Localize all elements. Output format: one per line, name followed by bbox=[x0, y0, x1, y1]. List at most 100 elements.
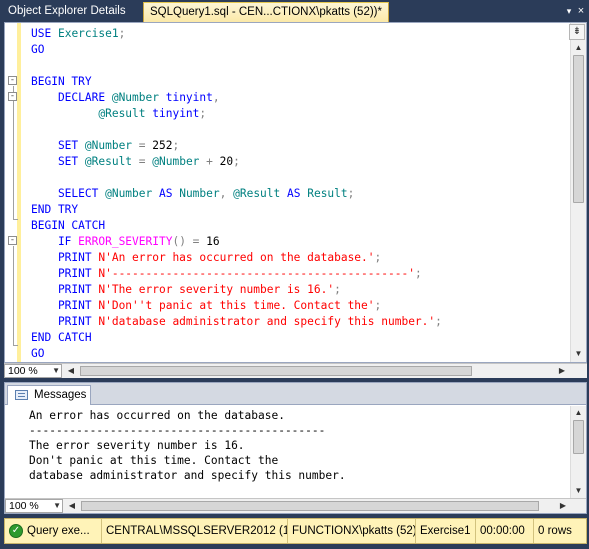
code-line[interactable]: USE Exercise1; bbox=[31, 26, 569, 42]
code-token: @Number bbox=[111, 91, 166, 104]
code-token: ; bbox=[374, 299, 382, 312]
status-query-state-text: Query exe... bbox=[27, 525, 90, 537]
code-line[interactable]: GO bbox=[31, 346, 569, 362]
scroll-thumb[interactable] bbox=[573, 55, 584, 203]
results-zoom-value: 100 % bbox=[9, 500, 39, 512]
code-line[interactable]: SELECT @Number AS Number, @Result AS Res… bbox=[31, 186, 569, 202]
status-rows: 0 rows bbox=[533, 519, 586, 543]
code-token: GO bbox=[31, 347, 45, 360]
code-line[interactable]: GO bbox=[31, 42, 569, 58]
status-elapsed: 00:00:00 bbox=[475, 519, 533, 543]
outline-tick bbox=[13, 219, 18, 220]
split-window-button[interactable]: ⇟ bbox=[569, 24, 585, 40]
collapse-begin-try-icon[interactable]: - bbox=[8, 76, 17, 85]
code-line[interactable]: PRINT N'database administrator and speci… bbox=[31, 314, 569, 330]
code-line[interactable]: @Result tinyint; bbox=[31, 106, 569, 122]
code-token: ; bbox=[347, 187, 355, 200]
results-zoom-select[interactable]: 100 % ▼ bbox=[5, 499, 63, 513]
code-line[interactable]: END CATCH bbox=[31, 330, 569, 346]
document-tab-strip: Object Explorer Details SQLQuery1.sql - … bbox=[0, 0, 589, 22]
close-tab-icon[interactable]: × bbox=[575, 4, 587, 18]
code-token: ; bbox=[118, 27, 126, 40]
results-horizontal-scrollbar[interactable]: ◀ ▶ bbox=[65, 499, 570, 513]
code-token: IF bbox=[31, 235, 79, 248]
collapse-declare-icon[interactable]: - bbox=[8, 92, 17, 101]
code-token: ; bbox=[199, 107, 207, 120]
code-token: , bbox=[212, 91, 220, 104]
code-line[interactable]: PRINT N'Don''t panic at this time. Conta… bbox=[31, 298, 569, 314]
code-token: END TRY bbox=[31, 203, 79, 216]
code-line[interactable] bbox=[31, 170, 569, 186]
tab-object-explorer-details[interactable]: Object Explorer Details bbox=[2, 2, 142, 22]
code-line[interactable]: PRINT N'The error severity number is 16.… bbox=[31, 282, 569, 298]
chevron-down-icon: ▼ bbox=[53, 501, 61, 510]
scroll-up-arrow-icon[interactable]: ▲ bbox=[571, 406, 586, 420]
scroll-left-arrow-icon[interactable]: ◀ bbox=[64, 364, 78, 378]
code-token: ERROR_SEVERITY bbox=[78, 235, 173, 248]
collapse-begin-catch-icon[interactable]: - bbox=[8, 236, 17, 245]
scroll-left-arrow-icon[interactable]: ◀ bbox=[65, 499, 79, 513]
code-token: 20 bbox=[219, 155, 234, 168]
editor-horizontal-scrollbar[interactable]: ◀ ▶ bbox=[64, 364, 569, 378]
message-line: The error severity number is 16. bbox=[29, 439, 245, 452]
editor-vertical-scrollbar[interactable]: ⇟ ▲ ▼ bbox=[569, 23, 586, 362]
scroll-right-arrow-icon[interactable]: ▶ bbox=[556, 499, 570, 513]
code-token: N'database administrator and specify thi… bbox=[98, 315, 436, 328]
code-token: N'The error severity number is 16.' bbox=[98, 283, 335, 296]
outline-tick bbox=[13, 345, 18, 346]
code-token: tinyint bbox=[152, 107, 200, 120]
scroll-thumb[interactable] bbox=[573, 420, 584, 454]
scroll-right-arrow-icon[interactable]: ▶ bbox=[555, 364, 569, 378]
tab-list-dropdown-icon[interactable]: ▾ bbox=[563, 5, 575, 17]
tab-messages[interactable]: Messages bbox=[7, 385, 91, 405]
code-token: GO bbox=[31, 43, 45, 56]
chevron-down-icon: ▼ bbox=[52, 366, 60, 375]
code-line[interactable]: END TRY bbox=[31, 202, 569, 218]
code-token: BEGIN TRY bbox=[31, 75, 92, 88]
code-token: N'An error has occurred on the database.… bbox=[98, 251, 375, 264]
sql-code[interactable]: USE Exercise1; GO BEGIN TRY DECLARE @Numbe… bbox=[31, 26, 569, 362]
messages-vertical-scrollbar[interactable]: ▲ ▼ bbox=[570, 406, 586, 498]
code-line[interactable]: PRINT N'--------------------------------… bbox=[31, 266, 569, 282]
code-line[interactable]: PRINT N'An error has occurred on the dat… bbox=[31, 250, 569, 266]
code-line[interactable] bbox=[31, 122, 569, 138]
code-token: DECLARE bbox=[31, 91, 112, 104]
scroll-down-arrow-icon[interactable]: ▼ bbox=[571, 347, 586, 361]
editor-zoom-bar: 100 % ▼ ◀ ▶ bbox=[4, 363, 587, 378]
code-token: PRINT bbox=[31, 251, 99, 264]
code-line[interactable]: IF ERROR_SEVERITY() = 16 bbox=[31, 234, 569, 250]
code-line[interactable] bbox=[31, 58, 569, 74]
code-token: = bbox=[138, 155, 153, 168]
code-line[interactable]: BEGIN TRY bbox=[31, 74, 569, 90]
success-check-icon: ✓ bbox=[9, 524, 23, 538]
message-line: database administrator and specify this … bbox=[29, 469, 346, 482]
code-line[interactable]: SET @Result = @Number + 20; bbox=[31, 154, 569, 170]
code-token: BEGIN CATCH bbox=[31, 219, 106, 232]
scroll-down-arrow-icon[interactable]: ▼ bbox=[571, 484, 586, 498]
query-editor[interactable]: - - - USE Exercise1; GO BEGIN TRY DECLARE … bbox=[4, 22, 587, 363]
message-line: ----------------------------------------… bbox=[29, 424, 326, 437]
tab-messages-label: Messages bbox=[34, 389, 87, 401]
code-token: ; bbox=[233, 155, 240, 168]
tab-sqlquery1[interactable]: SQLQuery1.sql - CEN...CTIONX\pkatts (52)… bbox=[143, 2, 389, 22]
code-line[interactable]: SET @Number = 252; bbox=[31, 138, 569, 154]
horizontal-scroll-thumb[interactable] bbox=[80, 366, 472, 376]
messages-icon bbox=[15, 390, 28, 400]
scroll-up-arrow-icon[interactable]: ▲ bbox=[571, 41, 586, 55]
status-query-state: ✓ Query exe... bbox=[5, 519, 101, 543]
code-token: @Result bbox=[233, 187, 287, 200]
code-token: Result bbox=[307, 187, 348, 200]
code-token: PRINT bbox=[31, 299, 99, 312]
status-user: FUNCTIONX\pkatts (52) bbox=[287, 519, 415, 543]
code-line[interactable]: BEGIN CATCH bbox=[31, 218, 569, 234]
message-line: An error has occurred on the database. bbox=[29, 409, 285, 422]
code-token: SELECT bbox=[31, 187, 106, 200]
horizontal-scroll-thumb[interactable] bbox=[81, 501, 539, 511]
outline-line bbox=[13, 86, 14, 220]
code-token: ; bbox=[172, 139, 180, 152]
code-line[interactable]: DECLARE @Number tinyint, bbox=[31, 90, 569, 106]
editor-zoom-select[interactable]: 100 % ▼ bbox=[4, 364, 62, 378]
code-token: = bbox=[192, 235, 207, 248]
code-token: @Result bbox=[84, 155, 139, 168]
